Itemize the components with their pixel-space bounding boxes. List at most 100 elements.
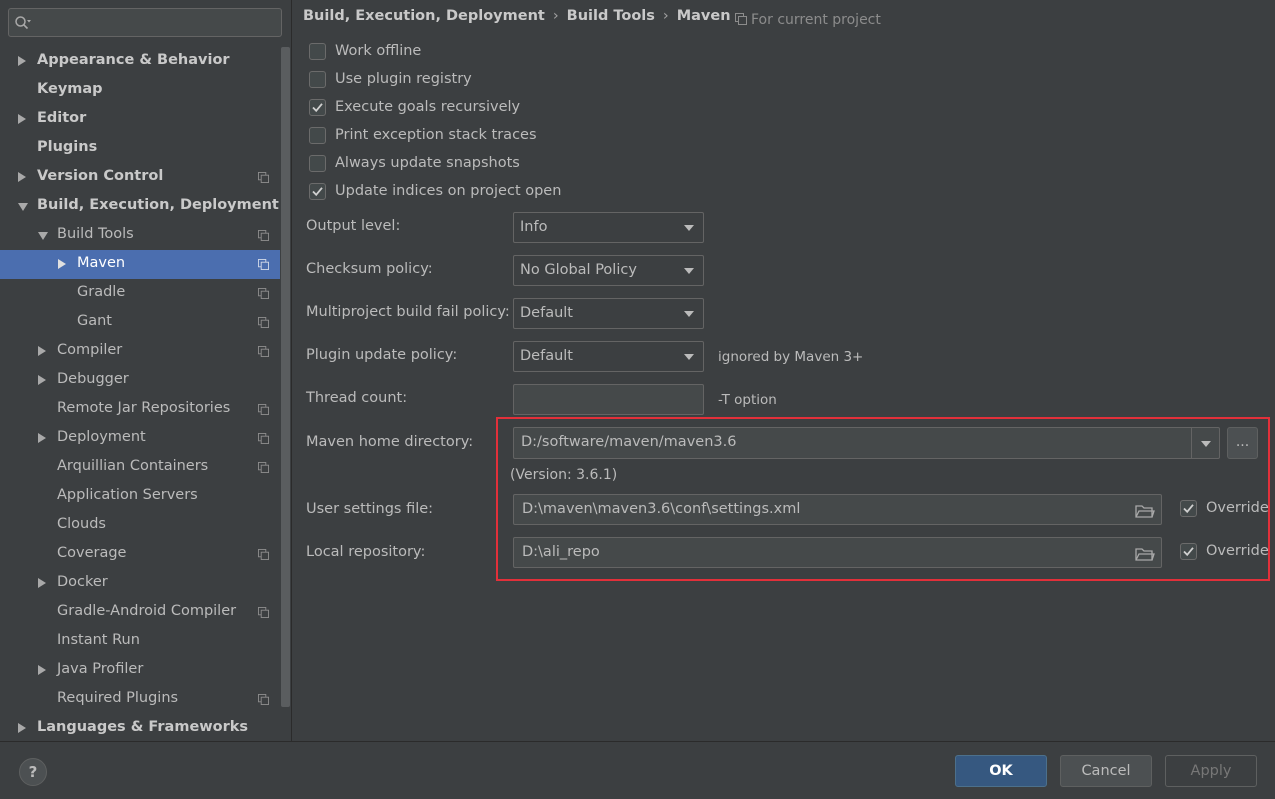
sidebar-item[interactable]: Arquillian Containers (0, 453, 280, 482)
check-icon (312, 187, 323, 197)
select-value: Default (520, 348, 573, 364)
sidebar-item[interactable]: Plugins (0, 134, 280, 163)
sidebar-item[interactable]: Maven (0, 250, 280, 279)
checkbox-box[interactable] (309, 99, 326, 116)
checkbox-box[interactable] (309, 127, 326, 144)
search-box[interactable] (8, 8, 282, 37)
sidebar-item[interactable]: Compiler (0, 337, 280, 366)
local-repository-field[interactable]: D:\ali_repo (513, 537, 1162, 568)
sidebar-item[interactable]: Build Tools (0, 221, 280, 250)
chevron-right-icon[interactable] (18, 723, 26, 733)
sidebar-item-label: Gradle-Android Compiler (57, 603, 237, 619)
chevron-right-icon[interactable] (38, 433, 46, 443)
checkbox-box[interactable] (1180, 500, 1197, 517)
project-scope-icon (258, 288, 269, 299)
help-button[interactable]: ? (19, 758, 47, 786)
project-scope-icon (258, 433, 269, 444)
breadcrumb-item: Maven (676, 8, 731, 24)
project-scope-icon (258, 694, 269, 705)
checksum-policy-label: Checksum policy: (306, 261, 433, 277)
browse-button[interactable]: ... (1227, 427, 1258, 459)
settings-content: Build, Execution, Deployment › Build Tools… (292, 0, 1275, 741)
maven-version: (Version: 3.6.1) (510, 467, 618, 483)
checkbox-box[interactable] (309, 43, 326, 60)
sidebar-item[interactable]: Remote Jar Repositories (0, 395, 280, 424)
apply-button[interactable]: Apply (1165, 755, 1257, 787)
sidebar-item-label: Remote Jar Repositories (57, 400, 231, 416)
sidebar-item-label: Java Profiler (57, 661, 144, 677)
sidebar-item-label: Keymap (37, 81, 103, 97)
chevron-down-icon[interactable] (1201, 441, 1211, 447)
sidebar-item[interactable]: Clouds (0, 511, 280, 540)
sidebar-item[interactable]: Instant Run (0, 627, 280, 656)
sidebar-item[interactable]: Docker (0, 569, 280, 598)
search-input[interactable] (35, 12, 279, 34)
maven-home-label: Maven home directory: (306, 434, 474, 450)
sidebar-item[interactable]: Coverage (0, 540, 280, 569)
chevron-down-icon (684, 225, 694, 231)
checkbox-label: Override (1206, 500, 1269, 516)
output-level-select[interactable]: Info (513, 212, 704, 243)
sidebar-item[interactable]: Keymap (0, 76, 280, 105)
chevron-right-icon[interactable] (18, 114, 26, 124)
chevron-down-icon[interactable] (38, 232, 48, 240)
sidebar-item[interactable]: Appearance & Behavior (0, 47, 280, 76)
maven-home-value: D:/software/maven/maven3.6 (521, 434, 737, 450)
sidebar-item[interactable]: Editor (0, 105, 280, 134)
thread-count-input[interactable] (513, 384, 704, 415)
checkbox-box[interactable] (1180, 543, 1197, 560)
project-scope-icon (258, 259, 269, 270)
sidebar-item[interactable]: Deployment (0, 424, 280, 453)
chevron-right-icon[interactable] (18, 56, 26, 66)
sidebar-item[interactable]: Application Servers (0, 482, 280, 511)
chevron-right-icon[interactable] (38, 346, 46, 356)
settings-sidebar: Appearance & Behavior Keymap Editor Plugins… (0, 0, 291, 741)
chevron-right-icon[interactable] (18, 172, 26, 182)
sidebar-item-label: Debugger (57, 371, 129, 387)
chevron-right-icon[interactable] (38, 665, 46, 675)
project-scope-icon (258, 230, 269, 241)
chevron-down-icon[interactable] (18, 203, 28, 211)
sidebar-item-label: Appearance & Behavior (37, 52, 230, 68)
folder-icon[interactable] (1135, 503, 1155, 519)
thread-count-label: Thread count: (306, 390, 408, 406)
sidebar-item-label: Docker (57, 574, 108, 590)
sidebar-item-label: Languages & Frameworks (37, 719, 249, 735)
checksum-policy-select[interactable]: No Global Policy (513, 255, 704, 286)
multiproject-policy-select[interactable]: Default (513, 298, 704, 329)
checkbox-box[interactable] (309, 183, 326, 200)
folder-icon[interactable] (1135, 546, 1155, 562)
sidebar-item-label: Maven (77, 255, 126, 271)
sidebar-item[interactable]: Build, Execution, Deployment (0, 192, 280, 221)
sidebar-item[interactable]: Gradle (0, 279, 280, 308)
maven-home-select[interactable]: D:/software/maven/maven3.6 (513, 427, 1220, 459)
checkbox-label: Use plugin registry (335, 71, 472, 87)
ok-button[interactable]: OK (955, 755, 1047, 787)
combo-separator (1191, 428, 1192, 458)
project-scope-icon (258, 607, 269, 618)
sidebar-item[interactable]: Debugger (0, 366, 280, 395)
project-scope-icon (735, 13, 747, 25)
sidebar-item[interactable]: Gradle-Android Compiler (0, 598, 280, 627)
sidebar-item-label: Clouds (57, 516, 106, 532)
chevron-right-icon[interactable] (38, 578, 46, 588)
cancel-button[interactable]: Cancel (1060, 755, 1152, 787)
chevron-right-icon[interactable] (38, 375, 46, 385)
sidebar-item-label: Deployment (57, 429, 146, 445)
sidebar-scrollbar[interactable] (281, 47, 290, 707)
chevron-down-icon (684, 354, 694, 360)
checkbox-label: Update indices on project open (335, 183, 562, 199)
sidebar-item[interactable]: Languages & Frameworks (0, 714, 280, 741)
user-settings-field[interactable]: D:\maven\maven3.6\conf\settings.xml (513, 494, 1162, 525)
sidebar-item[interactable]: Version Control (0, 163, 280, 192)
multiproject-policy-label: Multiproject build fail policy: (306, 304, 510, 320)
chevron-right-icon[interactable] (58, 259, 66, 269)
sidebar-item[interactable]: Java Profiler (0, 656, 280, 685)
plugin-update-policy-select[interactable]: Default (513, 341, 704, 372)
sidebar-item[interactable]: Required Plugins (0, 685, 280, 714)
breadcrumb-separator: › (552, 8, 559, 24)
sidebar-item[interactable]: Gant (0, 308, 280, 337)
checkbox-box[interactable] (309, 155, 326, 172)
checkbox-box[interactable] (309, 71, 326, 88)
plugin-update-hint: ignored by Maven 3+ (718, 349, 864, 365)
